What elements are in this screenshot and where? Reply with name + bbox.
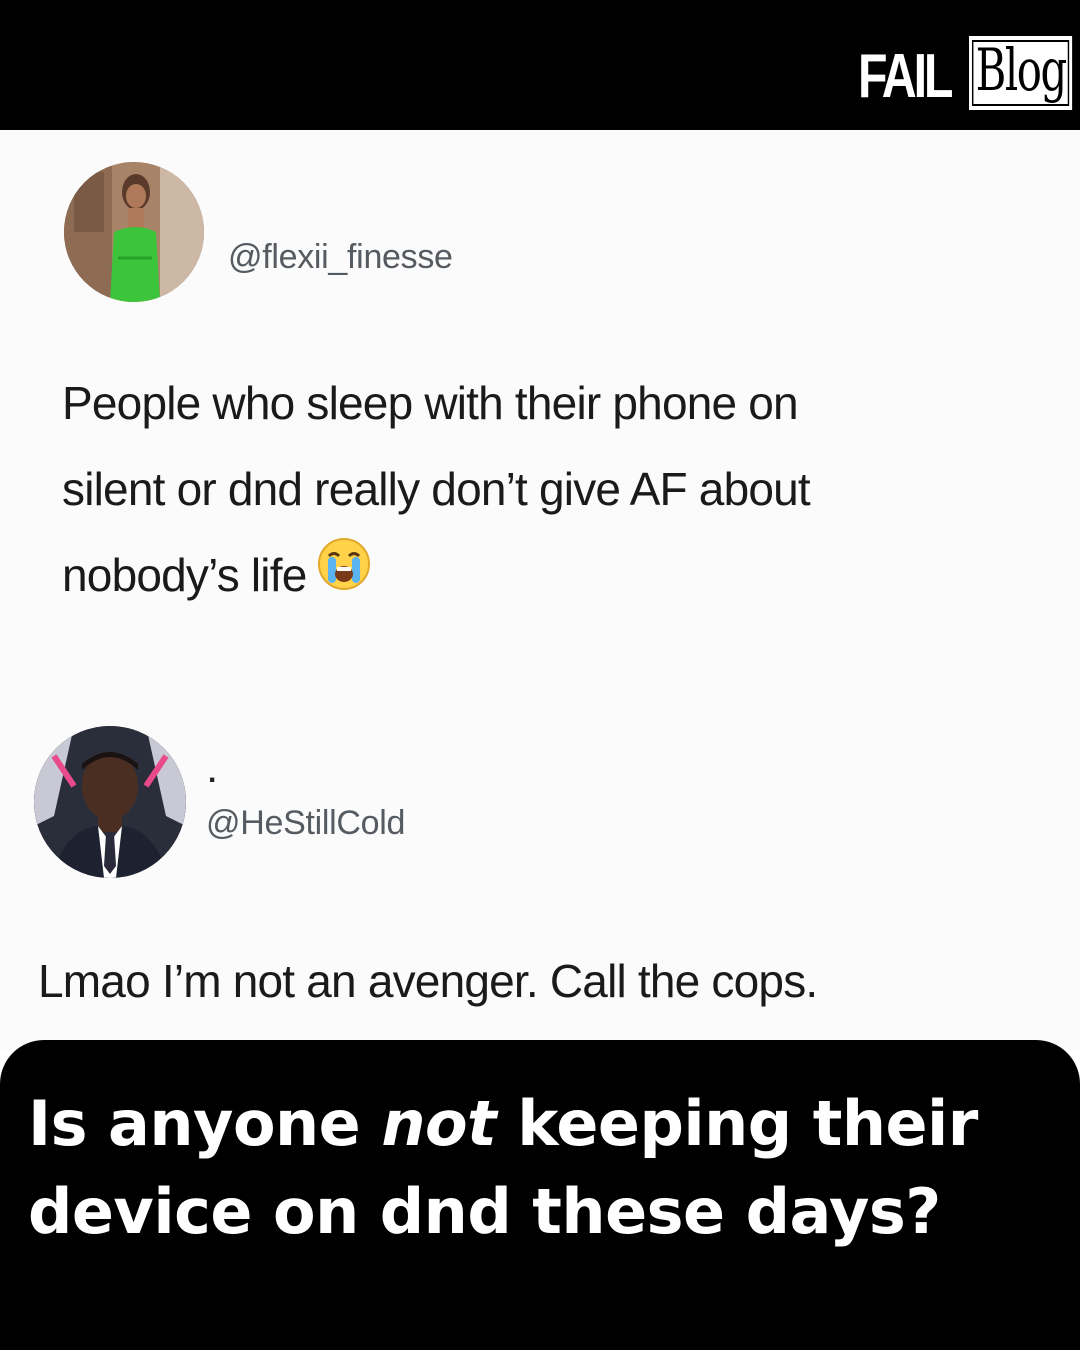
caption-block: Is anyone not keeping their device on dn… xyxy=(0,1040,1080,1350)
meme-page: FAIL Blog @flexii_finesse People who sle… xyxy=(0,0,1080,1350)
failblog-logo[interactable]: FAIL Blog xyxy=(832,26,1072,111)
tweet-1-line: nobody’s life xyxy=(62,532,1022,622)
avatar-photo-icon xyxy=(34,726,186,878)
avatar[interactable] xyxy=(34,726,186,878)
avatar-photo-icon xyxy=(64,162,204,302)
caption-line-1-start: Is anyone xyxy=(28,1087,382,1160)
tweet-1-text: People who sleep with their phone on sil… xyxy=(62,360,1022,622)
caption-emphasis: not xyxy=(381,1087,497,1160)
tweet-1-line: silent or dnd really don’t give AF about xyxy=(62,463,811,515)
caption-line-2: device on dnd these days? xyxy=(28,1175,941,1248)
caption-text: Is anyone not keeping their device on dn… xyxy=(28,1080,1068,1256)
tweet-1-handle[interactable]: @flexii_finesse xyxy=(228,238,453,277)
header-bar: FAIL Blog xyxy=(0,0,1080,130)
loudly-crying-face-icon xyxy=(317,532,371,618)
tweet-2-display-name[interactable]: . xyxy=(208,756,216,790)
tweet-2-handle[interactable]: @HeStillCold xyxy=(206,804,405,843)
logo-fail-text: FAIL xyxy=(858,42,953,111)
tweet-1-line: People who sleep with their phone on xyxy=(62,377,799,429)
tweet-2-text: Lmao I’m not an avenger. Call the cops. xyxy=(38,955,818,1007)
caption-line-1-end: keeping their xyxy=(496,1087,978,1160)
tweet-1-line-last: nobody’s life xyxy=(62,549,307,601)
logo-blog-text: Blog xyxy=(968,36,1072,110)
caption-line-1: Is anyone not keeping their xyxy=(28,1080,1068,1168)
avatar[interactable] xyxy=(64,162,204,302)
tweet-screenshot: @flexii_finesse People who sleep with th… xyxy=(0,130,1080,1050)
